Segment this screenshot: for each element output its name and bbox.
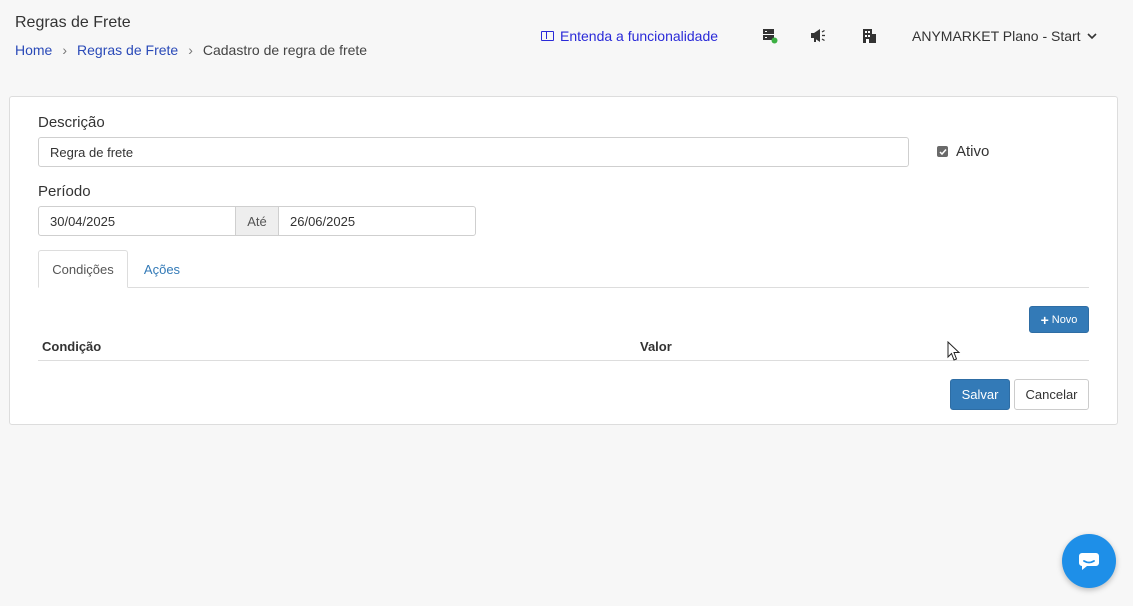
account-label: ANYMARKET Plano - Start	[912, 28, 1081, 44]
top-header: Regras de Frete Home › Regras de Frete ›…	[0, 0, 1133, 80]
tab-condicoes[interactable]: Condições	[38, 250, 128, 288]
server-status-icon[interactable]	[762, 28, 778, 44]
building-icon[interactable]	[861, 28, 877, 44]
megaphone-icon[interactable]	[810, 28, 826, 44]
breadcrumb-regras-de-frete[interactable]: Regras de Frete	[77, 42, 178, 58]
chat-button[interactable]	[1062, 534, 1116, 588]
breadcrumb-home[interactable]: Home	[15, 42, 52, 58]
tabs-divider	[38, 287, 1089, 288]
account-menu[interactable]: ANYMARKET Plano - Start	[912, 28, 1097, 44]
periodo-end-input[interactable]	[278, 206, 476, 236]
mouse-cursor-icon	[947, 341, 961, 361]
descricao-label: Descrição	[38, 114, 105, 131]
ativo-checkbox-group[interactable]: Ativo	[937, 143, 989, 160]
table-header-divider	[38, 360, 1089, 361]
ativo-checkbox[interactable]	[937, 146, 948, 157]
new-button-label: Novo	[1051, 313, 1078, 326]
breadcrumb: Home › Regras de Frete › Cadastro de reg…	[15, 42, 367, 58]
check-icon	[938, 148, 947, 155]
chevron-down-icon	[1087, 32, 1097, 39]
book-icon	[541, 31, 554, 41]
new-condition-button[interactable]: + Novo	[1029, 306, 1089, 333]
periodo-label: Período	[38, 183, 91, 200]
plus-icon: +	[1040, 311, 1049, 328]
rule-form-card: Descrição Ativo Período Até Condições Aç…	[9, 96, 1118, 425]
ativo-label: Ativo	[956, 143, 990, 160]
tab-acoes[interactable]: Ações	[138, 250, 186, 288]
page-title: Regras de Frete	[15, 14, 131, 31]
periodo-separator: Até	[235, 206, 279, 236]
column-header-condicao: Condição	[42, 339, 102, 354]
chevron-right-icon: ›	[62, 42, 68, 58]
save-button[interactable]: Salvar	[950, 379, 1010, 410]
cancel-button[interactable]: Cancelar	[1014, 379, 1089, 410]
periodo-start-input[interactable]	[38, 206, 236, 236]
chevron-right-icon: ›	[188, 42, 193, 58]
chat-bubble-icon	[1079, 553, 1099, 570]
descricao-input[interactable]	[38, 137, 909, 167]
column-header-valor: Valor	[640, 339, 672, 354]
breadcrumb-current: Cadastro de regra de frete	[202, 42, 368, 58]
help-link[interactable]: Entenda a funcionalidade	[541, 28, 718, 44]
help-link-label: Entenda a funcionalidade	[560, 28, 719, 44]
